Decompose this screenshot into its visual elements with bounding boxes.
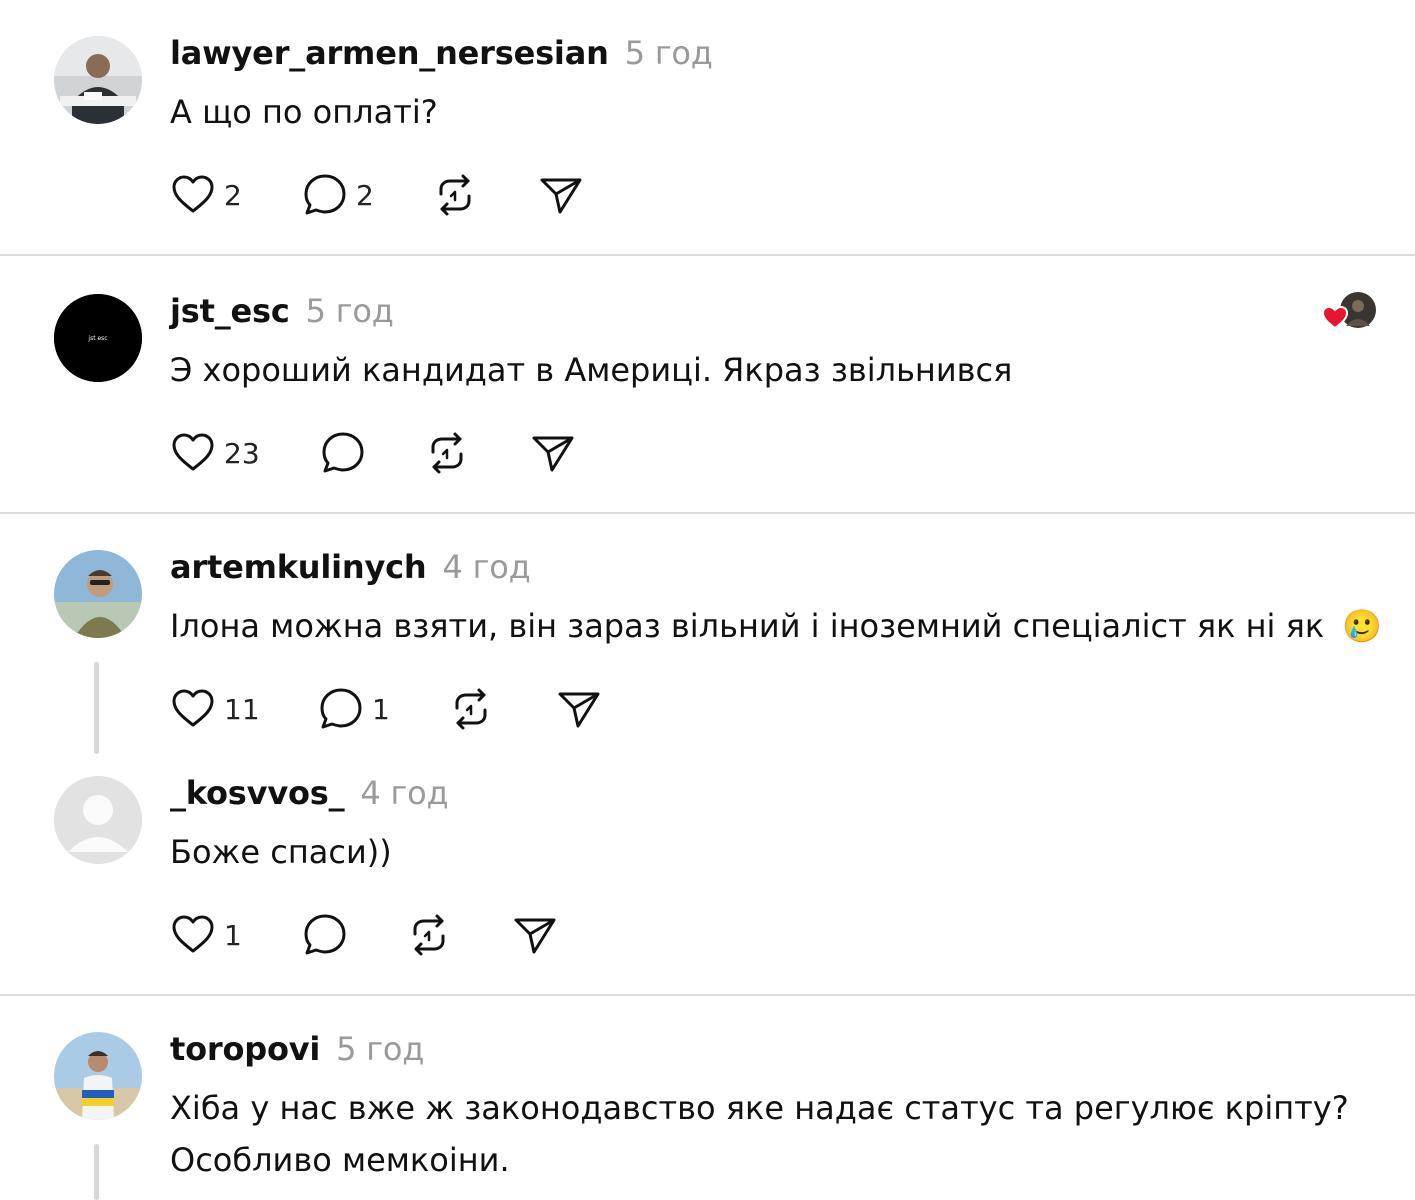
reply-button[interactable]: 2 [302, 172, 374, 218]
send-icon [532, 436, 574, 472]
like-count: 23 [224, 436, 260, 470]
repost-button[interactable] [432, 172, 478, 218]
thread-line [94, 662, 99, 754]
username-text[interactable]: _kosvvos_ [170, 774, 345, 812]
repost-button[interactable] [406, 912, 452, 958]
separator [0, 512, 1415, 514]
comment-username[interactable]: _kosvvos_ 4 год [170, 774, 449, 812]
comment-text: Ілона можна взяти, він зараз вільний і і… [170, 600, 1382, 652]
heart-icon [172, 915, 214, 953]
like-count: 11 [224, 692, 260, 726]
comment-time: 5 год [624, 34, 713, 72]
reply-count: 1 [372, 692, 390, 726]
comment-icon [322, 432, 364, 473]
like-count: 2 [224, 178, 242, 212]
send-icon [558, 692, 600, 728]
share-button[interactable] [530, 430, 576, 476]
reply-count: 2 [356, 178, 374, 212]
comment-username[interactable]: lawyer_armen_nersesian 5 год [170, 34, 713, 72]
reply-button[interactable] [320, 430, 366, 476]
share-button[interactable] [556, 686, 602, 732]
like-button[interactable]: 11 [170, 686, 260, 732]
repost-button[interactable] [448, 686, 494, 732]
username-text[interactable]: artemkulinych [170, 548, 427, 586]
repost-icon [439, 174, 471, 216]
avatar-default-user[interactable] [54, 776, 142, 864]
heart-icon [172, 433, 214, 471]
reply-button[interactable] [302, 912, 348, 958]
username-text[interactable]: lawyer_armen_nersesian [170, 34, 609, 72]
default-user-icon [54, 776, 142, 864]
heart-icon [172, 689, 214, 727]
share-button[interactable] [538, 172, 584, 218]
comment-icon [304, 174, 346, 215]
emoji-smiling-with-tear: 🥲 [1342, 607, 1383, 645]
comment-text: Боже спаси)) [170, 833, 392, 871]
comment-text: А що по оплаті? [170, 93, 438, 131]
comment-text-line-2: Особливо мемкоіни. [170, 1141, 510, 1179]
send-icon [540, 178, 582, 214]
send-icon [514, 918, 556, 954]
repost-button[interactable] [424, 430, 470, 476]
avatar-logo-text: jst esc [87, 335, 107, 342]
like-button[interactable]: 2 [170, 172, 242, 218]
comment-icon [320, 688, 362, 729]
author-liked-badge [1321, 292, 1378, 336]
avatar-artemkulinych[interactable] [54, 550, 142, 638]
share-button[interactable] [512, 912, 558, 958]
comment-time: 4 год [442, 548, 531, 586]
heart-icon [1321, 305, 1349, 330]
comment-text: Э хороший кандидат в Америці. Якраз звіл… [170, 351, 1013, 389]
comment-text-line-1: Хіба у нас вже ж законодавство яке надає… [170, 1089, 1349, 1127]
avatar-jst-esc[interactable]: jst esc [54, 294, 142, 382]
heart-icon [172, 175, 214, 213]
repost-icon [413, 914, 445, 956]
repost-icon [431, 432, 463, 474]
comment-time: 4 год [360, 774, 449, 812]
comment-icon [304, 914, 346, 955]
separator [0, 254, 1415, 256]
thread-line [94, 1144, 99, 1200]
comment-username[interactable]: toropovi 5 год [170, 1030, 424, 1068]
comment-username[interactable]: artemkulinych 4 год [170, 548, 531, 586]
like-button[interactable]: 23 [170, 430, 260, 476]
avatar-toropovi[interactable] [54, 1032, 142, 1120]
comment-username[interactable]: jst_esc 5 год [170, 292, 394, 330]
like-button[interactable]: 1 [170, 912, 242, 958]
comment-time: 5 год [305, 292, 394, 330]
reply-button[interactable]: 1 [318, 686, 390, 732]
repost-icon [455, 688, 487, 730]
username-text[interactable]: toropovi [170, 1030, 320, 1068]
avatar-lawyer[interactable] [54, 36, 142, 124]
comment-text-body: Ілона можна взяти, він зараз вільний і і… [170, 607, 1325, 645]
separator [0, 994, 1415, 996]
comment-time: 5 год [336, 1030, 425, 1068]
like-count: 1 [224, 918, 242, 952]
username-text[interactable]: jst_esc [170, 292, 290, 330]
